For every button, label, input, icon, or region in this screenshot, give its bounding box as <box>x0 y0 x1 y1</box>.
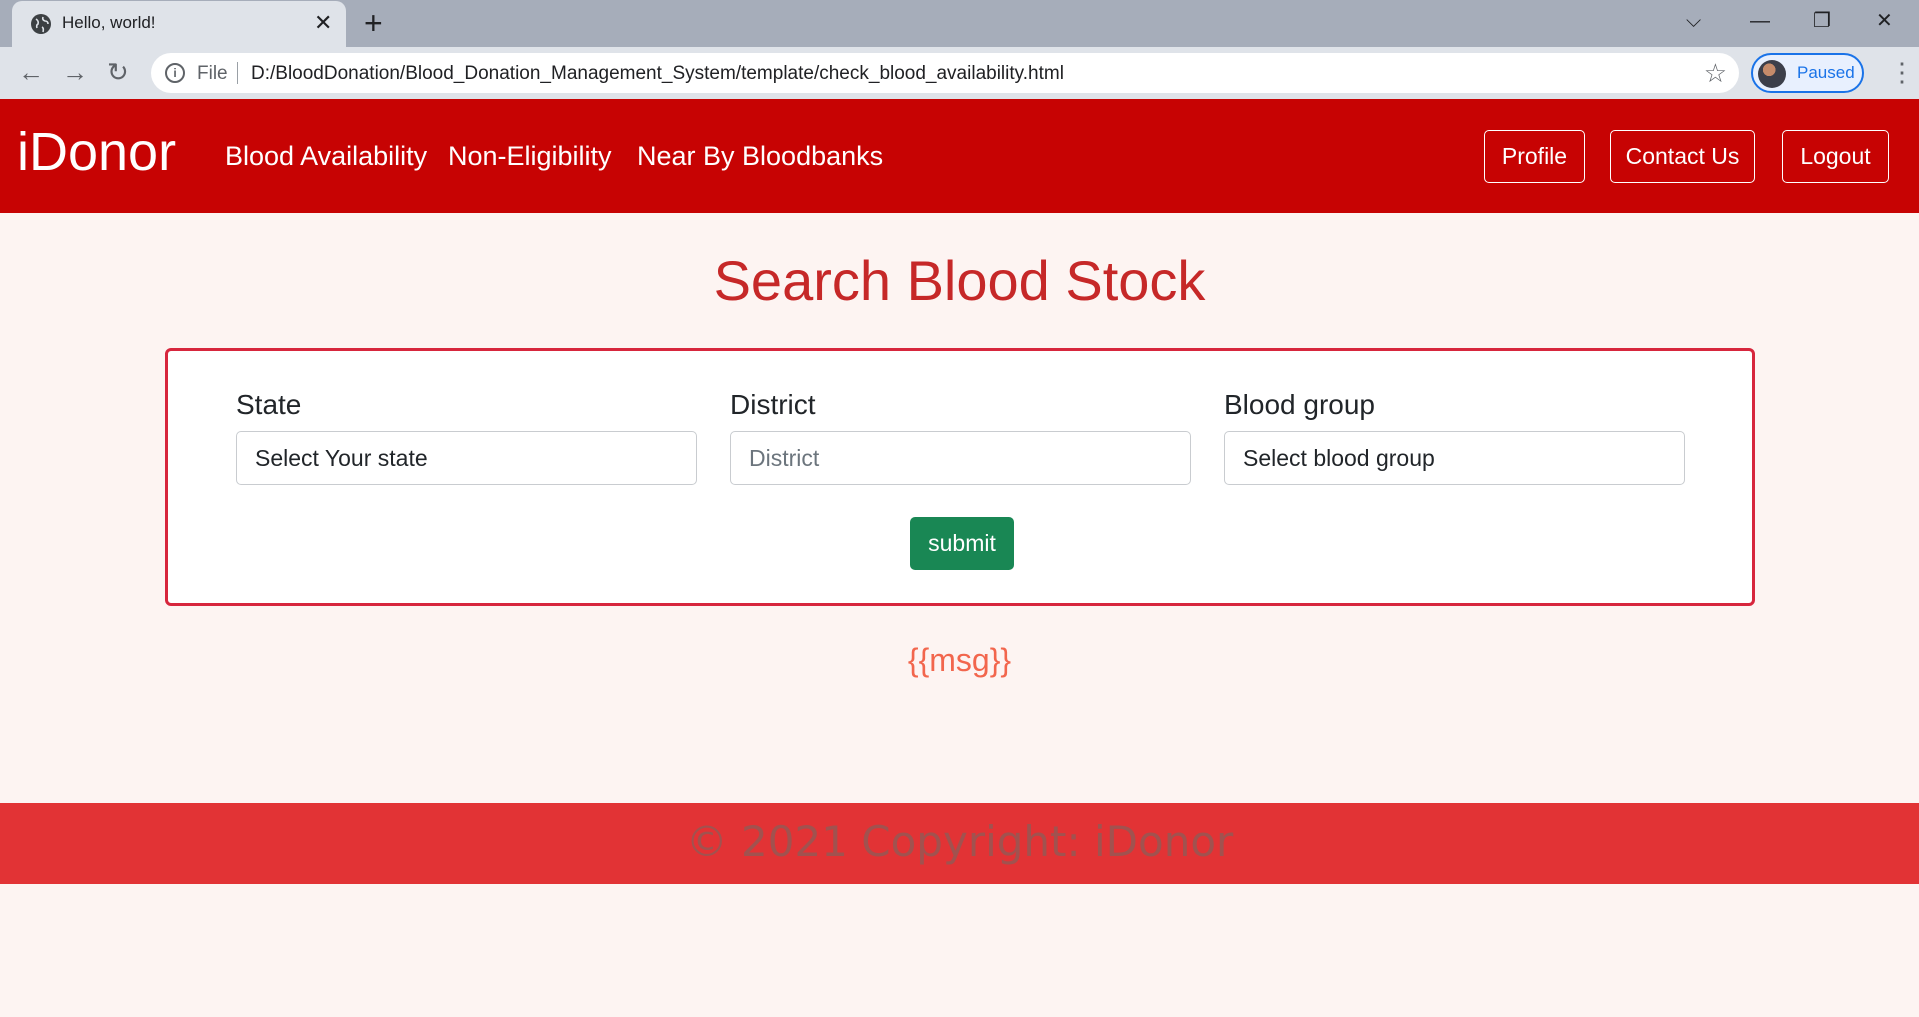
window-close-icon[interactable]: ✕ <box>1876 9 1893 33</box>
logout-button[interactable]: Logout <box>1782 130 1889 183</box>
file-label: File <box>197 63 228 84</box>
plus-icon[interactable]: + <box>364 6 383 40</box>
brand-logo[interactable]: iDonor <box>17 121 176 183</box>
star-icon[interactable]: ☆ <box>1704 58 1727 88</box>
globe-icon <box>31 14 51 34</box>
menu-icon[interactable]: ⋮ <box>1889 57 1915 87</box>
page-title: Search Blood Stock <box>713 249 1206 312</box>
contact-us-button[interactable]: Contact Us <box>1610 130 1755 183</box>
reload-icon[interactable]: ↻ <box>107 57 129 87</box>
restore-icon[interactable]: ❐ <box>1813 9 1831 33</box>
url-text[interactable]: D:/BloodDonation/Blood_Donation_Manageme… <box>251 63 1064 85</box>
search-form: State Select Your state District Distric… <box>165 348 1755 606</box>
district-input[interactable]: District <box>730 431 1191 485</box>
minimize-icon[interactable]: — <box>1750 9 1770 33</box>
avatar <box>1758 60 1786 88</box>
blood-group-select[interactable]: Select blood group <box>1224 431 1685 485</box>
submit-button[interactable]: submit <box>910 517 1014 570</box>
info-icon[interactable]: i <box>165 63 185 83</box>
divider <box>237 62 238 84</box>
footer: © 2021 Copyright: iDonor <box>0 803 1919 884</box>
nav-link-near-by-bloodbanks[interactable]: Near By Bloodbanks <box>637 141 883 172</box>
browser-tab[interactable]: Hello, world! ✕ <box>12 1 346 47</box>
tab-title: Hello, world! <box>62 13 156 32</box>
blood-group-label: Blood group <box>1224 389 1376 420</box>
message-text: {{msg}} <box>907 642 1012 678</box>
browser-tab-bar: Hello, world! ✕ + ⌵ — ❐ ✕ <box>0 0 1919 47</box>
back-icon[interactable]: ← <box>18 57 44 87</box>
browser-toolbar: ← → ↻ i File D:/BloodDonation/Blood_Dona… <box>0 47 1919 99</box>
address-bar[interactable]: i File D:/BloodDonation/Blood_Donation_M… <box>151 53 1739 93</box>
profile-button[interactable]: Paused <box>1751 53 1864 93</box>
nav-link-non-eligibility[interactable]: Non-Eligibility <box>448 141 612 172</box>
profile-status: Paused <box>1797 63 1855 82</box>
forward-icon[interactable]: → <box>62 57 88 87</box>
close-icon[interactable]: ✕ <box>314 10 332 36</box>
state-select[interactable]: Select Your state <box>236 431 697 485</box>
district-label: District <box>730 389 816 420</box>
chevron-down-icon[interactable]: ⌵ <box>1686 9 1701 33</box>
nav-link-blood-availability[interactable]: Blood Availability <box>225 141 427 172</box>
copyright-text: © 2021 Copyright: iDonor <box>685 817 1234 866</box>
profile-button[interactable]: Profile <box>1484 130 1585 183</box>
site-navbar: iDonor Blood Availability Non-Eligibilit… <box>0 99 1919 213</box>
state-label: State <box>236 389 302 420</box>
